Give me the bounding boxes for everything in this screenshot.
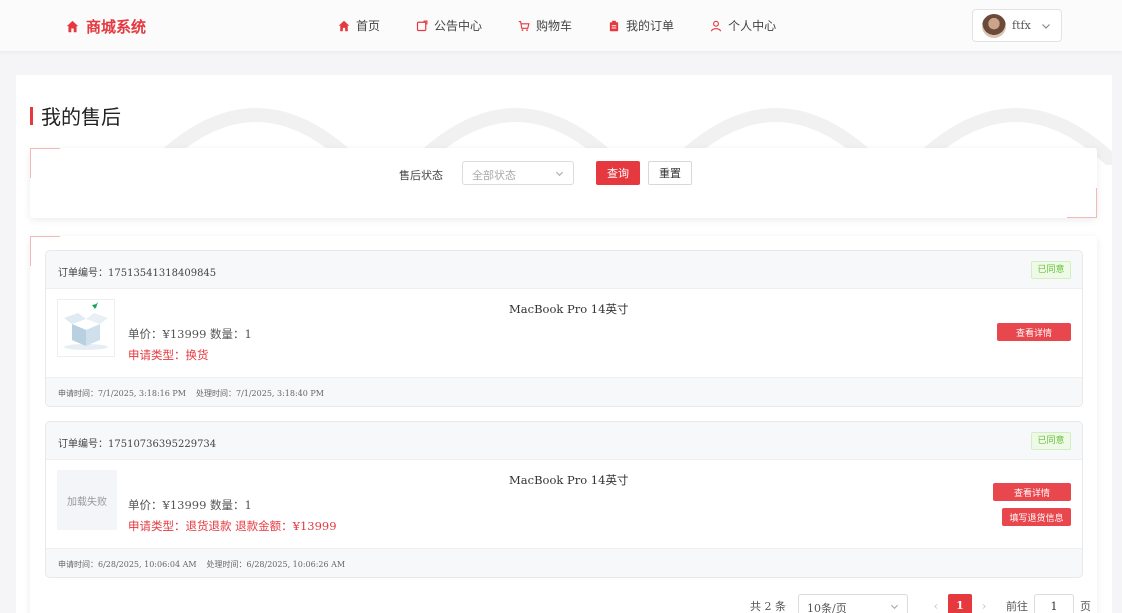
- nav-item-home[interactable]: 首页: [338, 17, 380, 34]
- apply-time: 申请时间：6/28/2025, 10:06:04 AM: [58, 560, 197, 569]
- nav-item-notice[interactable]: 公告中心: [416, 17, 482, 34]
- corner-decoration: [30, 148, 60, 178]
- avatar: [982, 13, 1006, 38]
- apply-type: 申请类型：退货退款 退款金额：¥13999: [128, 519, 337, 533]
- price-quantity: 单价：¥13999 数量：1: [128, 498, 252, 512]
- status-badge: 已同意: [1031, 432, 1071, 450]
- product-image-failed[interactable]: 加载失败: [57, 470, 117, 530]
- order-number: 订单编号：17510736395229734: [58, 439, 217, 450]
- filter-card: 售后状态 全部状态 查询 重置: [30, 148, 1097, 218]
- total-count: 共 2 条: [750, 600, 786, 613]
- apply-time: 申请时间：7/1/2025, 3:18:16 PM: [58, 389, 186, 398]
- card-body: 加载失败 MacBook Pro 14英寸 单价：¥13999 数量：1 申请类…: [46, 460, 1082, 548]
- nav-item-profile[interactable]: 个人中心: [710, 17, 776, 34]
- brand-logo[interactable]: 商城系统: [66, 16, 146, 37]
- card-header: 订单编号：17513541318409845 已同意: [46, 251, 1082, 289]
- apply-type: 申请类型：换货: [128, 348, 209, 362]
- home-icon: [66, 20, 79, 33]
- order-number: 订单编号：17513541318409845: [58, 268, 217, 279]
- aftersale-card: 订单编号：17513541318409845 已同意 MacBook Pro 1…: [45, 250, 1083, 407]
- aftersale-list: 订单编号：17513541318409845 已同意 MacBook Pro 1…: [30, 236, 1097, 613]
- product-name: MacBook Pro 14英寸: [509, 473, 629, 487]
- cart-icon: [518, 20, 530, 31]
- main-nav: 首页 公告中心 购物车 我的订单 个人中心: [338, 17, 812, 34]
- product-image[interactable]: [57, 299, 115, 357]
- nav-label: 首页: [356, 19, 381, 33]
- price-quantity: 单价：¥13999 数量：1: [128, 327, 252, 341]
- prev-page-icon[interactable]: ‹: [928, 599, 944, 613]
- aftersale-card: 订单编号：17510736395229734 已同意 加载失败 MacBook …: [45, 421, 1083, 578]
- product-name: MacBook Pro 14英寸: [509, 302, 629, 316]
- user-menu[interactable]: ftfx: [972, 9, 1062, 42]
- goto-page-input[interactable]: [1034, 594, 1074, 613]
- view-detail-button[interactable]: 查看详情: [997, 323, 1071, 341]
- chevron-down-icon: [1041, 23, 1050, 29]
- nav-label: 公告中心: [434, 19, 483, 33]
- main-panel: 我的售后 售后状态 全部状态 查询 重置 订单编号：17513541318409…: [16, 75, 1112, 613]
- status-select[interactable]: 全部状态: [462, 161, 574, 185]
- page-size-value: 10条/页: [807, 602, 847, 613]
- query-button[interactable]: 查询: [596, 161, 640, 185]
- reset-button[interactable]: 重置: [648, 161, 692, 185]
- home-icon: [338, 20, 350, 31]
- status-badge: 已同意: [1031, 261, 1071, 279]
- card-body: MacBook Pro 14英寸 单价：¥13999 数量：1 申请类型：换货 …: [46, 289, 1082, 377]
- process-time: 处理时间：7/1/2025, 3:18:40 PM: [195, 389, 324, 398]
- user-icon: [711, 20, 722, 31]
- notice-icon: [416, 20, 428, 31]
- nav-item-orders[interactable]: 我的订单: [608, 17, 674, 34]
- box-image-icon: [64, 302, 108, 350]
- nav-label: 购物车: [536, 19, 573, 33]
- process-time: 处理时间：6/28/2025, 10:06:26 AM: [206, 560, 346, 569]
- order-icon: [609, 20, 619, 31]
- top-navbar: 商城系统 首页 公告中心 购物车 我的订单 个人中心 ftfx: [0, 0, 1122, 52]
- status-filter-label: 售后状态: [399, 169, 443, 182]
- page-number-current[interactable]: 1: [948, 594, 972, 613]
- page-title: 我的售后: [30, 101, 121, 130]
- card-header: 订单编号：17510736395229734 已同意: [46, 422, 1082, 460]
- pagination: 共 2 条 10条/页 ‹ 1 › 前往 页: [750, 594, 1091, 613]
- card-footer: 申请时间：7/1/2025, 3:18:16 PM 处理时间：7/1/2025, …: [46, 377, 1082, 406]
- page-size-select[interactable]: 10条/页: [798, 594, 908, 613]
- chevron-down-icon: [890, 604, 899, 610]
- brand-name: 商城系统: [86, 18, 147, 36]
- page-suffix: 页: [1080, 600, 1091, 613]
- username: ftfx: [1012, 19, 1031, 32]
- nav-label: 个人中心: [728, 19, 777, 33]
- card-footer: 申请时间：6/28/2025, 10:06:04 AM 处理时间：6/28/202…: [46, 548, 1082, 577]
- view-detail-button[interactable]: 查看详情: [993, 483, 1071, 501]
- status-select-placeholder: 全部状态: [472, 169, 516, 182]
- nav-label: 我的订单: [626, 19, 675, 33]
- goto-label: 前往: [1006, 600, 1028, 613]
- chevron-down-icon: [555, 171, 564, 177]
- nav-item-cart[interactable]: 购物车: [518, 17, 572, 34]
- title-accent-bar: [30, 106, 33, 125]
- corner-decoration: [1067, 188, 1097, 218]
- fill-return-info-button[interactable]: 填写退货信息: [1002, 508, 1071, 526]
- page-title-text: 我的售后: [41, 105, 121, 129]
- next-page-icon[interactable]: ›: [976, 599, 992, 613]
